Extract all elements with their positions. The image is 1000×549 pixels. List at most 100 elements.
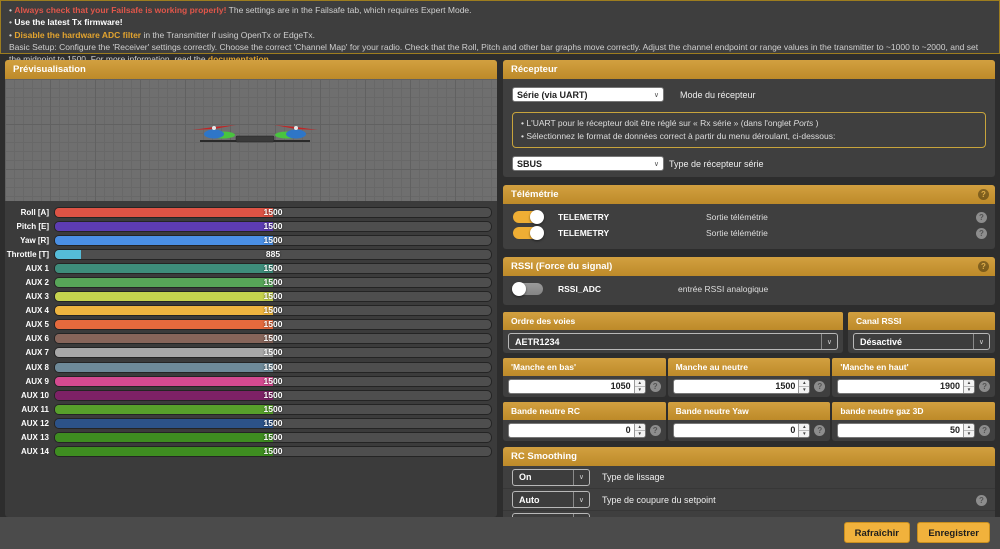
- channel-label: AUX 10: [5, 391, 49, 400]
- deadband-rc-value: 0: [509, 424, 634, 437]
- toggle-knob: [530, 226, 544, 240]
- bullet-icon: •: [9, 5, 12, 15]
- receiver-mode-row: Série (via UART) ∨ Mode du récepteur: [512, 87, 986, 102]
- settings-column: Récepteur Série (via UART) ∨ Mode du réc…: [503, 60, 995, 517]
- number-spinner[interactable]: ▲▼: [798, 424, 809, 437]
- save-button[interactable]: Enregistrer: [917, 522, 990, 543]
- deadband-3d-input[interactable]: 50 ▲▼: [837, 423, 975, 438]
- help-icon[interactable]: ?: [650, 425, 661, 436]
- bullet-icon: •: [521, 131, 524, 141]
- deadband-yaw-input[interactable]: 0 ▲▼: [673, 423, 811, 438]
- model-preview[interactable]: [5, 79, 497, 201]
- uart-note-text: L'UART pour le récepteur doit être réglé…: [526, 118, 793, 128]
- serial-provider-select[interactable]: SBUS ∨: [512, 156, 664, 171]
- channel-value: 1500: [55, 377, 491, 386]
- number-spinner[interactable]: ▲▼: [963, 424, 974, 437]
- channel-value: 1500: [55, 236, 491, 245]
- channel-meter: 1500: [54, 291, 492, 302]
- spinner-down-icon[interactable]: ▼: [799, 431, 809, 437]
- spinner-down-icon[interactable]: ▼: [964, 387, 974, 393]
- spinner-down-icon[interactable]: ▼: [964, 431, 974, 437]
- map-rssi-row: Ordre des voies AETR1234 ∨ Canal RSSI Dé…: [503, 312, 995, 353]
- channel-meter: 1500: [54, 333, 492, 344]
- channel-map-header: Ordre des voies: [503, 312, 843, 330]
- channel-value: 1500: [55, 405, 491, 414]
- help-icon[interactable]: ?: [976, 212, 987, 223]
- deadband-yaw-box: Bande neutre Yaw 0 ▲▼ ?: [668, 402, 831, 441]
- help-icon[interactable]: ?: [979, 381, 990, 392]
- spinner-up-icon[interactable]: ▲: [635, 424, 645, 431]
- failsafe-warning-rest: The settings are in the Failsafe tab, wh…: [226, 5, 471, 15]
- channel-bar-row: AUX 6 1500: [5, 332, 497, 346]
- channel-label: AUX 6: [5, 334, 49, 343]
- help-icon[interactable]: ?: [814, 381, 825, 392]
- deadband-rc-input[interactable]: 0 ▲▼: [508, 423, 646, 438]
- smoothing-type-select[interactable]: On ∨: [512, 469, 590, 486]
- spinner-down-icon[interactable]: ▼: [635, 387, 645, 393]
- receiver-mode-select[interactable]: Série (via UART) ∨: [512, 87, 664, 102]
- help-icon[interactable]: ?: [978, 261, 989, 272]
- spinner-up-icon[interactable]: ▲: [799, 380, 809, 387]
- help-icon[interactable]: ?: [976, 228, 987, 239]
- channel-bar-row: Roll [A]1500: [5, 205, 497, 219]
- deadband-yaw-body: 0 ▲▼ ?: [668, 420, 831, 441]
- number-spinner[interactable]: ▲▼: [634, 424, 645, 437]
- spinner-up-icon[interactable]: ▲: [799, 424, 809, 431]
- help-icon[interactable]: ?: [979, 425, 990, 436]
- number-spinner[interactable]: ▲▼: [963, 380, 974, 393]
- spinner-up-icon[interactable]: ▲: [635, 380, 645, 387]
- channel-label: Roll [A]: [5, 208, 49, 217]
- channel-bar-row: Throttle [T]885: [5, 247, 497, 261]
- stick-center-value: 1500: [674, 380, 799, 393]
- telemetry-section: Télémétrie ? TELEMETRYSortie télémétrie?…: [503, 185, 995, 249]
- help-icon[interactable]: ?: [814, 425, 825, 436]
- channel-bars: Roll [A]1500Pitch [E]1500Yaw [R]1500Thro…: [5, 201, 497, 459]
- spinner-down-icon[interactable]: ▼: [799, 387, 809, 393]
- channel-meter: 1500: [54, 221, 492, 232]
- rssi-channel-select[interactable]: Désactivé ∨: [853, 333, 990, 350]
- chevron-down-icon: ∨: [573, 470, 589, 485]
- channel-value: 1500: [55, 433, 491, 442]
- channel-label: AUX 1: [5, 264, 49, 273]
- channel-meter: 1500: [54, 347, 492, 358]
- receiver-section: Récepteur Série (via UART) ∨ Mode du réc…: [503, 60, 995, 177]
- spinner-down-icon[interactable]: ▼: [635, 431, 645, 437]
- chevron-down-icon: ∨: [573, 492, 589, 507]
- help-icon[interactable]: ?: [650, 381, 661, 392]
- channel-map-select[interactable]: AETR1234 ∨: [508, 333, 838, 350]
- stick-center-input[interactable]: 1500 ▲▼: [673, 379, 811, 394]
- receiver-body: Série (via UART) ∨ Mode du récepteur • L…: [503, 79, 995, 177]
- serial-provider-label: Type de récepteur série: [669, 159, 764, 169]
- channel-meter: 1500: [54, 277, 492, 288]
- rssi-adc-toggle[interactable]: [513, 283, 543, 295]
- help-icon[interactable]: ?: [976, 495, 987, 506]
- stick-center-box: Manche au neutre 1500 ▲▼ ?: [668, 358, 831, 397]
- adc-warning: Disable the hardware ADC filter: [14, 30, 141, 40]
- channel-meter: 1500: [54, 362, 492, 373]
- number-spinner[interactable]: ▲▼: [634, 380, 645, 393]
- spinner-up-icon[interactable]: ▲: [964, 424, 974, 431]
- stick-high-body: 1900 ▲▼ ?: [832, 376, 995, 397]
- telemetry-toggle[interactable]: [513, 227, 543, 239]
- rssi-channel-box: Canal RSSI Désactivé ∨: [848, 312, 995, 353]
- spinner-up-icon[interactable]: ▲: [964, 380, 974, 387]
- channel-bar-row: AUX 21500: [5, 275, 497, 289]
- bullet-icon: •: [9, 30, 12, 40]
- telemetry-row: TELEMETRYSortie télémétrie?: [503, 225, 995, 241]
- stick-center-body: 1500 ▲▼ ?: [668, 376, 831, 397]
- refresh-button[interactable]: Rafraîchir: [844, 522, 910, 543]
- channel-bar-row: AUX 41500: [5, 304, 497, 318]
- rssi-channel-value: Désactivé: [860, 337, 902, 347]
- setpoint-cutoff-row: Auto ∨ Type de coupure du setpoint ?: [503, 488, 995, 510]
- channel-bar-row: AUX 131500: [5, 431, 497, 445]
- stick-low-input[interactable]: 1050 ▲▼: [508, 379, 646, 394]
- help-icon[interactable]: ?: [978, 189, 989, 200]
- stick-high-input[interactable]: 1900 ▲▼: [837, 379, 975, 394]
- setpoint-cutoff-select[interactable]: Auto ∨: [512, 491, 590, 508]
- telemetry-toggle[interactable]: [513, 211, 543, 223]
- deadband-row: Bande neutre RC 0 ▲▼ ? Bande neutre Yaw …: [503, 402, 995, 441]
- rssi-adc-row: RSSI_ADC entrée RSSI analogique: [503, 281, 995, 297]
- channel-value: 1500: [55, 391, 491, 400]
- number-spinner[interactable]: ▲▼: [798, 380, 809, 393]
- channel-label: AUX 12: [5, 419, 49, 428]
